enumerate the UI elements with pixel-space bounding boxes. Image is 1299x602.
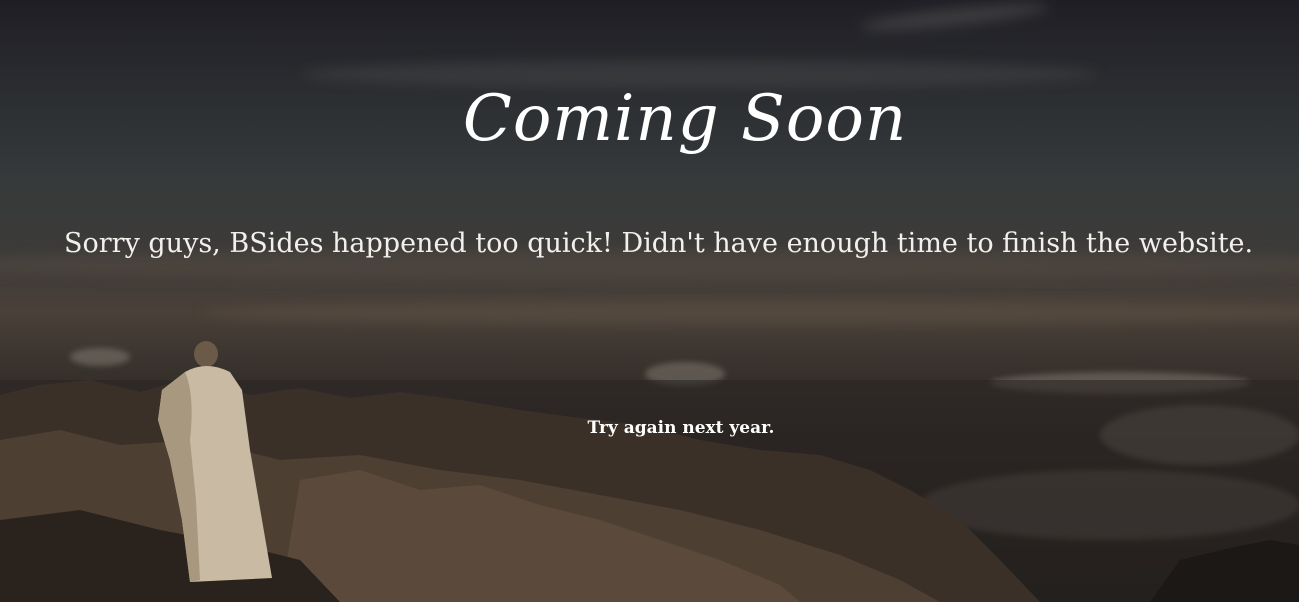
hero-content: Coming Soon Sorry guys, BSides happened … bbox=[0, 0, 1299, 602]
apology-message: Sorry guys, BSides happened too quick! D… bbox=[64, 228, 1254, 259]
coming-soon-page: Coming Soon Sorry guys, BSides happened … bbox=[0, 0, 1299, 602]
page-title: Coming Soon bbox=[462, 82, 908, 156]
retry-note: Try again next year. bbox=[587, 418, 775, 438]
